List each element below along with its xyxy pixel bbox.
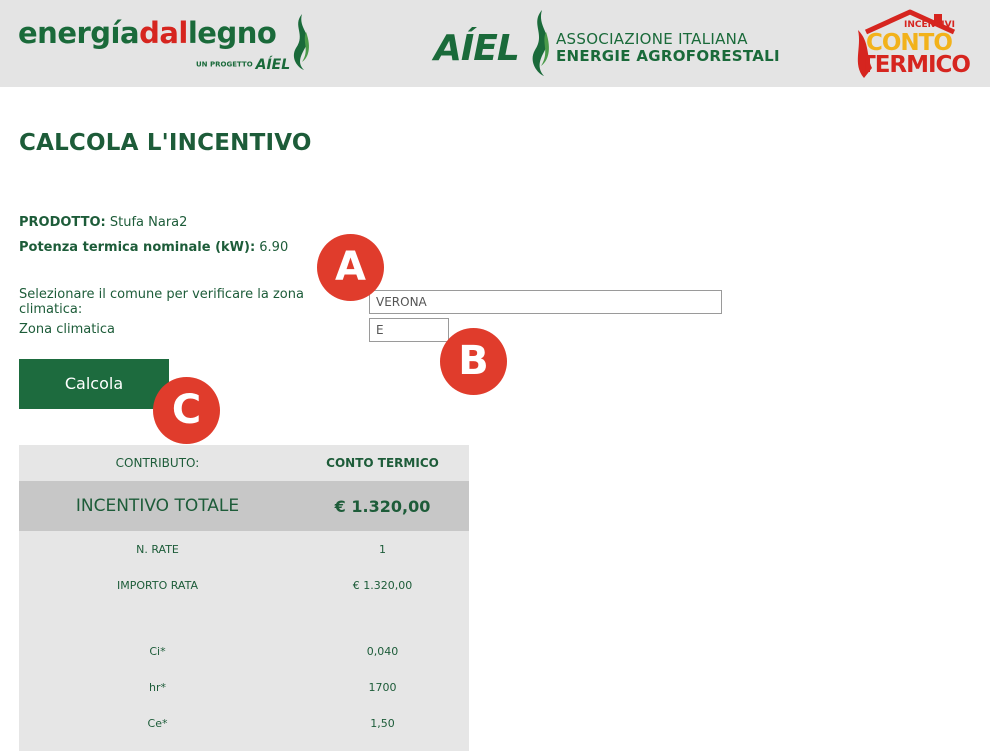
table-row: hr* 1700 bbox=[19, 669, 469, 705]
edl-word-part3: legno bbox=[187, 16, 277, 50]
energia-dal-legno-logo[interactable]: energíadallegno UN PROGETTO AÍEL bbox=[18, 14, 318, 74]
table-row: N. RATE 1 bbox=[19, 531, 469, 567]
annotation-marker-c: C bbox=[153, 377, 220, 444]
row-value: 1 bbox=[379, 542, 386, 556]
table-row: IMPORTO RATA € 1.320,00 bbox=[19, 567, 469, 603]
conto-termico-label: CONTO TERMICO bbox=[326, 456, 439, 470]
row-label: hr* bbox=[149, 680, 166, 694]
contributo-label: CONTRIBUTO: bbox=[115, 456, 200, 470]
annotation-marker-b: B bbox=[440, 328, 507, 395]
product-label: PRODOTTO: bbox=[19, 215, 106, 230]
annotation-marker-a: A bbox=[317, 234, 384, 301]
edl-word-part2: dal bbox=[139, 16, 188, 50]
edl-sub-small: UN PROGETTO bbox=[196, 60, 253, 69]
flame-icon bbox=[532, 10, 549, 76]
flame-icon bbox=[293, 14, 309, 70]
row-value: 1700 bbox=[368, 680, 397, 694]
comune-input[interactable] bbox=[369, 290, 722, 314]
edl-subtitle: UN PROGETTO AÍEL bbox=[196, 54, 290, 73]
result-table: CONTRIBUTO: CONTO TERMICO INCENTIVO TOTA… bbox=[19, 445, 469, 751]
power-label: Potenza termica nominale (kW): bbox=[19, 240, 256, 255]
edl-word-part1: energía bbox=[18, 16, 140, 50]
aiel-tagline-1: ASSOCIAZIONE ITALIANA bbox=[556, 30, 748, 48]
power-value: 6.90 bbox=[259, 240, 289, 255]
edl-sub-brand: AÍEL bbox=[255, 56, 291, 73]
product-value: Stufa Nara2 bbox=[109, 215, 188, 230]
product-info: PRODOTTO: Stufa Nara2 bbox=[19, 215, 187, 230]
table-row: Ce* 1,50 bbox=[19, 705, 469, 741]
ct-incentivi-text: INCENTIVI bbox=[904, 20, 955, 30]
row-value: 1,50 bbox=[370, 716, 395, 730]
aiel-tagline-2: ENERGIE AGROFORESTALI bbox=[556, 47, 780, 65]
conto-termico-logo[interactable]: INCENTIVI CONTO TERMICO bbox=[846, 8, 986, 82]
zona-climatica-input[interactable] bbox=[369, 318, 449, 342]
site-header: energíadallegno UN PROGETTO AÍEL AÍEL ASS… bbox=[0, 0, 990, 87]
row-value: € 1.320,00 bbox=[352, 578, 413, 592]
aiel-logo[interactable]: AÍEL ASSOCIAZIONE ITALIANA ENERGIE AGROF… bbox=[434, 8, 780, 78]
result-header-row: CONTRIBUTO: CONTO TERMICO bbox=[19, 445, 469, 481]
power-info: Potenza termica nominale (kW): 6.90 bbox=[19, 240, 288, 255]
ct-termico-text: TERMICO bbox=[860, 52, 971, 78]
page-title: CALCOLA L'INCENTIVO bbox=[19, 130, 312, 156]
row-label: N. RATE bbox=[136, 542, 179, 556]
zona-climatica-label: Zona climatica bbox=[19, 322, 116, 337]
table-row: Ci* 0,040 bbox=[19, 633, 469, 669]
comune-label: Selezionare il comune per verificare la … bbox=[19, 287, 304, 317]
incentivo-totale-row: INCENTIVO TOTALE € 1.320,00 bbox=[19, 481, 469, 531]
row-value: 0,040 bbox=[366, 644, 399, 658]
edl-wordmark: energíadallegno bbox=[18, 16, 277, 50]
row-label: Ce* bbox=[147, 716, 168, 730]
calcola-button[interactable]: Calcola bbox=[19, 359, 169, 409]
row-label: Ci* bbox=[149, 644, 166, 658]
aiel-wordmark: AÍEL bbox=[434, 28, 520, 69]
incentivo-totale-value: € 1.320,00 bbox=[334, 496, 431, 516]
incentivo-totale-label: INCENTIVO TOTALE bbox=[75, 496, 240, 516]
row-label: IMPORTO RATA bbox=[116, 578, 198, 592]
